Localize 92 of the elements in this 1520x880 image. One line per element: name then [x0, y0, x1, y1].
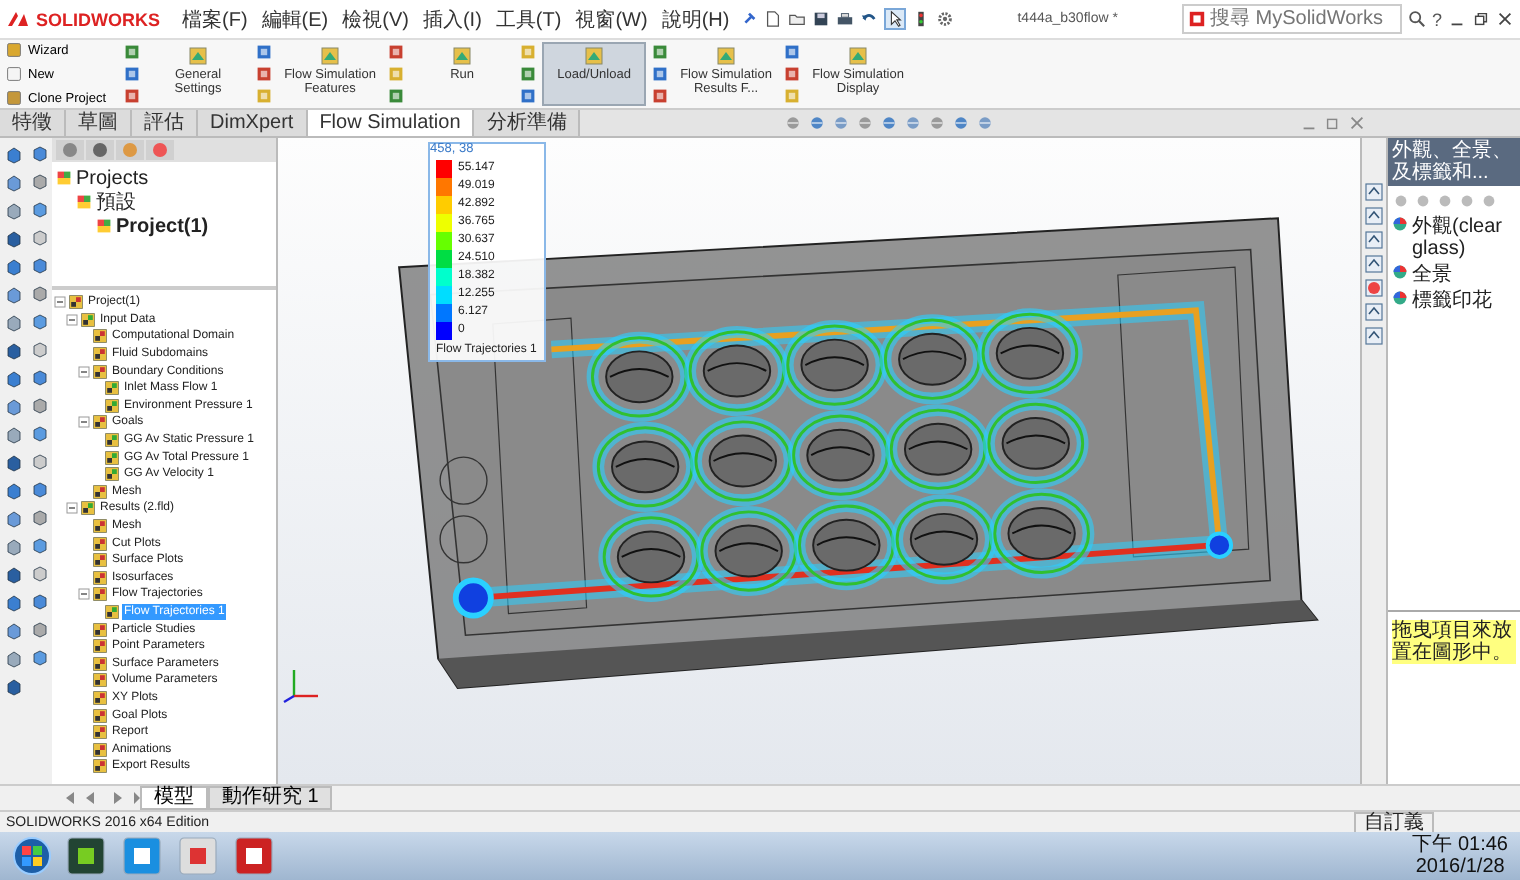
- tool-square-icon[interactable]: [652, 66, 669, 82]
- task-pane-tab-icon[interactable]: [1364, 206, 1384, 226]
- tool-square-icon[interactable]: [256, 66, 273, 82]
- app-logo-text: SOLIDWORKS: [36, 9, 160, 29]
- taskbar-app-icon[interactable]: [120, 836, 164, 876]
- tool-square-icon[interactable]: [124, 88, 141, 104]
- tool-square-icon[interactable]: [520, 66, 537, 82]
- view-tool-icon[interactable]: [880, 114, 898, 132]
- menu-item[interactable]: 工具(T): [491, 5, 566, 33]
- triangle-square-icon: [188, 46, 209, 66]
- taskbar-app-icon[interactable]: [232, 836, 276, 876]
- task-pane-tab-icon[interactable]: [1364, 278, 1384, 298]
- hint-text: 拖曳項目來放置在圖形中。: [1392, 620, 1516, 664]
- floppy-icon[interactable]: [811, 10, 830, 28]
- triangle-square-icon: [320, 46, 341, 66]
- clock-time: 下午 01:46: [1412, 834, 1508, 856]
- search-icon[interactable]: [1407, 10, 1426, 28]
- collapse-icon[interactable]: [66, 502, 78, 515]
- model-tab[interactable]: 模型: [140, 786, 208, 810]
- triangle-square-icon: [716, 46, 737, 66]
- view-tool-icon[interactable]: [808, 114, 826, 132]
- triangle-square-icon: [584, 46, 605, 66]
- collapse-icon[interactable]: [66, 313, 78, 326]
- ribbon-tab[interactable]: 評估: [132, 110, 198, 136]
- close-icon[interactable]: [1496, 10, 1514, 28]
- axes-triad-icon: [282, 664, 322, 704]
- taskbar-app-icon[interactable]: [176, 836, 220, 876]
- triangle-square-icon: [848, 46, 869, 66]
- ribbon-tab[interactable]: Flow Simulation: [307, 110, 475, 136]
- tool-square-icon[interactable]: [652, 44, 669, 60]
- ribbon-tab[interactable]: 草圖: [66, 110, 132, 136]
- tree-item[interactable]: Projects: [76, 167, 149, 189]
- squares-icon: [96, 218, 112, 234]
- color-ball-icon: [1392, 216, 1408, 232]
- brand-mark-icon: [1187, 10, 1206, 28]
- collapse-icon[interactable]: [78, 588, 90, 601]
- color-ball-icon: [1392, 264, 1408, 280]
- task-pane-tab-icon[interactable]: [1364, 302, 1384, 322]
- triangle-square-icon: [452, 46, 473, 66]
- tool-square-icon: [6, 66, 22, 82]
- menu-item[interactable]: 說明(H): [657, 5, 734, 33]
- tool-square-icon[interactable]: [520, 88, 537, 104]
- task-pane-tab-icon[interactable]: [1364, 254, 1384, 274]
- collapse-icon[interactable]: [78, 365, 90, 378]
- tool-square-icon[interactable]: [256, 44, 273, 60]
- folder-icon[interactable]: [787, 10, 806, 28]
- ribbon-tab[interactable]: 特徵: [0, 110, 66, 136]
- printer-icon[interactable]: [835, 10, 854, 28]
- tool-square-icon[interactable]: [124, 44, 141, 60]
- menu-item[interactable]: 插入(I): [418, 5, 486, 33]
- search-field[interactable]: 搜尋 MySolidWorks: [1181, 4, 1402, 34]
- ribbon-tab[interactable]: DimXpert: [198, 110, 308, 136]
- color-ball-icon: [1392, 290, 1408, 306]
- help-button[interactable]: ?: [1431, 9, 1442, 29]
- restore-icon[interactable]: [1472, 10, 1490, 28]
- task-pane-tab-icon[interactable]: [1364, 182, 1384, 202]
- model-tab[interactable]: 動作研究 1: [208, 786, 333, 810]
- menu-item[interactable]: 編輯(E): [257, 5, 333, 33]
- collapse-icon[interactable]: [78, 416, 90, 429]
- task-pane-tab-icon[interactable]: [1364, 230, 1384, 250]
- appearance-item[interactable]: 標籤印花: [1412, 290, 1492, 312]
- task-pane-title: 外觀、全景、及標籤和...: [1388, 138, 1520, 186]
- appearance-item[interactable]: 全景: [1412, 264, 1452, 286]
- tree-item[interactable]: 預設: [96, 188, 136, 216]
- panel-tab-icon[interactable]: [86, 140, 114, 160]
- start-orb-icon[interactable]: [12, 836, 52, 876]
- gear-icon[interactable]: [935, 10, 954, 28]
- tree-item[interactable]: Project(1): [116, 215, 209, 237]
- taskbar-app-icon[interactable]: [64, 836, 108, 876]
- tool-square-icon[interactable]: [388, 44, 405, 60]
- tool-square-icon[interactable]: [124, 66, 141, 82]
- squares-icon: [76, 194, 92, 210]
- ribbon-tab[interactable]: 分析準備: [474, 110, 581, 136]
- tool-square-icon: [6, 90, 22, 106]
- cursor-icon[interactable]: [883, 8, 906, 30]
- clock-date: 2016/1/28: [1415, 856, 1505, 878]
- collapse-icon[interactable]: [54, 296, 66, 309]
- tool-square-icon[interactable]: [784, 44, 801, 60]
- menu-item[interactable]: 視窗(W): [571, 5, 652, 33]
- tool-square-icon: [6, 42, 22, 58]
- task-pane-tab-icon[interactable]: [1364, 326, 1384, 346]
- menu-item[interactable]: 檔案(F): [178, 5, 252, 33]
- menu-item[interactable]: 檢視(V): [338, 5, 413, 33]
- page-icon[interactable]: [763, 10, 782, 28]
- appearance-item[interactable]: 外觀(clear glass): [1412, 216, 1516, 260]
- squares-icon: [56, 170, 72, 186]
- logo-icon: [6, 9, 30, 29]
- view-tool-icon[interactable]: [952, 114, 970, 132]
- pin-icon[interactable]: [739, 10, 758, 28]
- tool-square-icon[interactable]: [784, 66, 801, 82]
- tool-square-icon[interactable]: [388, 88, 405, 104]
- tool-square-icon[interactable]: [652, 88, 669, 104]
